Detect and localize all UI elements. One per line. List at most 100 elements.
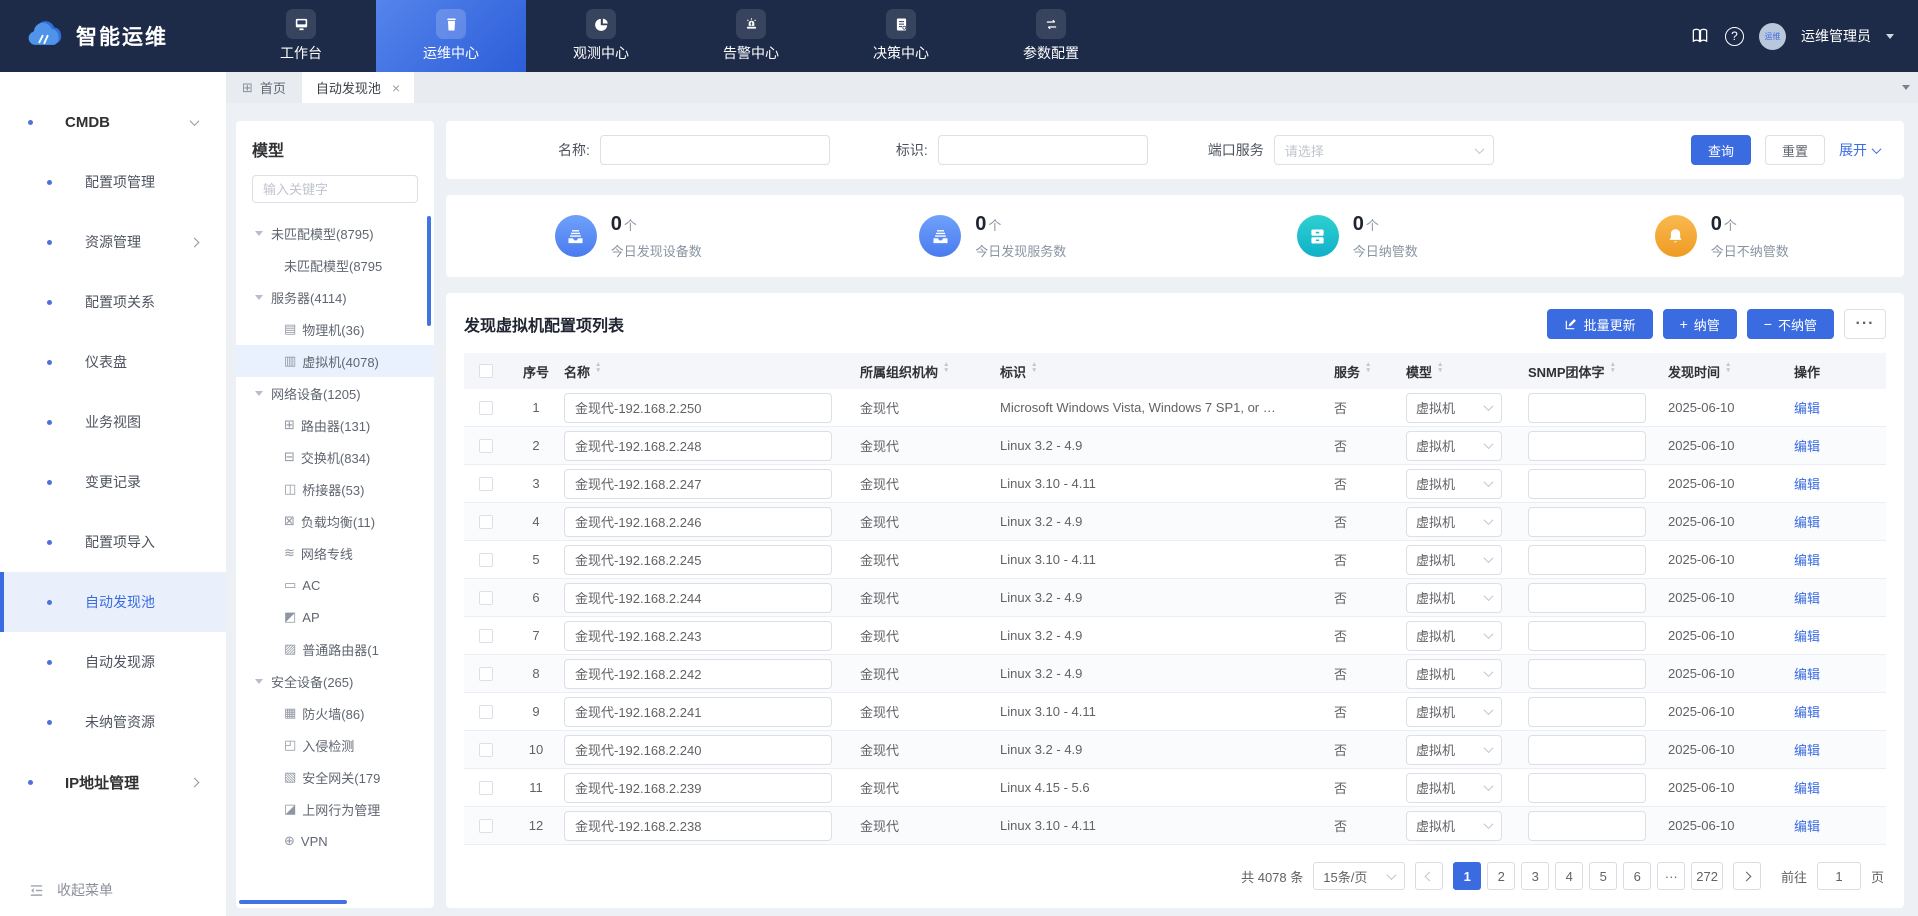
name-input[interactable] — [564, 697, 832, 727]
user-menu-chevron-down-icon[interactable] — [1886, 34, 1894, 39]
model-select[interactable]: 虚拟机 — [1406, 773, 1502, 803]
tree-node-网络设备(1205)[interactable]: 网络设备(1205) — [236, 377, 434, 409]
tree-node-交换机(834)[interactable]: ⊟交换机(834) — [236, 441, 434, 473]
nav-item-决策中心[interactable]: 决策中心 — [826, 0, 976, 72]
tab-自动发现池[interactable]: 自动发现池× — [302, 72, 414, 103]
tree-vertical-scrollbar[interactable] — [427, 216, 431, 326]
snmp-community-input[interactable] — [1528, 811, 1646, 841]
tree-node-入侵检测[interactable]: ◰入侵检测 — [236, 729, 434, 761]
search-button[interactable]: 查询 — [1691, 135, 1751, 165]
row-checkbox[interactable] — [479, 591, 493, 605]
snmp-community-input[interactable] — [1528, 507, 1646, 537]
model-select[interactable]: 虚拟机 — [1406, 697, 1502, 727]
tree-node-AP[interactable]: ◩AP — [236, 601, 434, 633]
snmp-community-input[interactable] — [1528, 545, 1646, 575]
row-checkbox[interactable] — [479, 515, 493, 529]
column-header-服务[interactable]: 服务▲▼ — [1334, 362, 1406, 381]
model-select[interactable]: 虚拟机 — [1406, 393, 1502, 423]
tree-node-负载均衡(11)[interactable]: ⊠负载均衡(11) — [236, 505, 434, 537]
nav-item-告警中心[interactable]: 告警中心 — [676, 0, 826, 72]
column-header-模型[interactable]: 模型▲▼ — [1406, 362, 1528, 381]
snmp-community-input[interactable] — [1528, 621, 1646, 651]
tree-node-安全设备(265)[interactable]: 安全设备(265) — [236, 665, 434, 697]
close-icon[interactable]: × — [392, 80, 400, 96]
goto-page-input[interactable] — [1817, 862, 1861, 890]
model-select[interactable]: 虚拟机 — [1406, 659, 1502, 689]
snmp-community-input[interactable] — [1528, 735, 1646, 765]
unmanage-button[interactable]: − 不纳管 — [1747, 309, 1834, 339]
edit-link[interactable]: 编辑 — [1794, 588, 1820, 607]
sort-icon[interactable]: ▲▼ — [595, 365, 601, 377]
name-input[interactable] — [564, 735, 832, 765]
select-all-checkbox[interactable] — [479, 364, 493, 378]
tree-node-虚拟机(4078)[interactable]: ▥虚拟机(4078) — [236, 345, 434, 377]
nav-item-参数配置[interactable]: 参数配置 — [976, 0, 1126, 72]
tree-horizontal-scrollbar[interactable] — [239, 900, 347, 904]
caret-down-icon[interactable] — [255, 295, 263, 300]
sidebar-item-CMDB[interactable]: CMDB — [0, 92, 226, 152]
model-select[interactable]: 虚拟机 — [1406, 583, 1502, 613]
nav-item-工作台[interactable]: 工作台 — [226, 0, 376, 72]
model-select[interactable]: 虚拟机 — [1406, 735, 1502, 765]
collapse-menu-button[interactable]: 收起菜单 — [28, 880, 113, 900]
more-actions-button[interactable]: ··· — [1844, 309, 1886, 339]
sidebar-item-配置项管理[interactable]: 配置项管理 — [0, 152, 226, 212]
column-header-SNMP团体字[interactable]: SNMP团体字▲▼ — [1528, 362, 1668, 381]
name-input[interactable] — [564, 469, 832, 499]
sort-icon[interactable]: ▲▼ — [1365, 365, 1371, 377]
sort-icon[interactable]: ▲▼ — [1610, 365, 1616, 377]
tree-node-VPN[interactable]: ⊕VPN — [236, 825, 434, 857]
column-header-发现时间[interactable]: 发现时间▲▼ — [1668, 362, 1794, 381]
caret-down-icon[interactable] — [255, 391, 263, 396]
column-header-所属组织机构[interactable]: 所属组织机构▲▼ — [860, 362, 1000, 381]
snmp-community-input[interactable] — [1528, 469, 1646, 499]
page-button-272[interactable]: 272 — [1691, 862, 1723, 890]
tree-node-服务器(4114)[interactable]: 服务器(4114) — [236, 281, 434, 313]
tree-node-上网行为管理[interactable]: ◪上网行为管理 — [236, 793, 434, 825]
snmp-community-input[interactable] — [1528, 773, 1646, 803]
snmp-community-input[interactable] — [1528, 393, 1646, 423]
tree-node-未匹配模型(8795)[interactable]: 未匹配模型(8795) — [236, 217, 434, 249]
model-select[interactable]: 虚拟机 — [1406, 811, 1502, 841]
user-name[interactable]: 运维管理员 — [1801, 26, 1871, 46]
name-input[interactable] — [564, 621, 832, 651]
tree-node-安全网关(179[interactable]: ▧安全网关(179 — [236, 761, 434, 793]
row-checkbox[interactable] — [479, 667, 493, 681]
name-input[interactable] — [564, 811, 832, 841]
sort-icon[interactable]: ▲▼ — [943, 365, 949, 377]
edit-link[interactable]: 编辑 — [1794, 512, 1820, 531]
nav-item-运维中心[interactable]: 运维中心 — [376, 0, 526, 72]
model-select[interactable]: 虚拟机 — [1406, 621, 1502, 651]
snmp-community-input[interactable] — [1528, 583, 1646, 613]
sidebar-item-自动发现源[interactable]: 自动发现源 — [0, 632, 226, 692]
sort-icon[interactable]: ▲▼ — [1725, 365, 1731, 377]
snmp-community-input[interactable] — [1528, 659, 1646, 689]
model-select[interactable]: 虚拟机 — [1406, 507, 1502, 537]
model-search-input[interactable] — [252, 175, 418, 203]
reset-button[interactable]: 重置 — [1765, 135, 1825, 165]
edit-link[interactable]: 编辑 — [1794, 550, 1820, 569]
page-button-5[interactable]: 5 — [1589, 862, 1617, 890]
tab-overflow-dropdown[interactable] — [1902, 72, 1910, 103]
tree-node-路由器(131)[interactable]: ⊞路由器(131) — [236, 409, 434, 441]
name-filter-input[interactable] — [600, 135, 830, 165]
tree-node-未匹配模型(8795[interactable]: 未匹配模型(8795 — [236, 249, 434, 281]
tree-node-桥接器(53)[interactable]: ◫桥接器(53) — [236, 473, 434, 505]
sidebar-item-资源管理[interactable]: 资源管理 — [0, 212, 226, 272]
sidebar-item-仪表盘[interactable]: 仪表盘 — [0, 332, 226, 392]
name-input[interactable] — [564, 393, 832, 423]
tree-node-防火墙(86)[interactable]: ▦防火墙(86) — [236, 697, 434, 729]
sidebar-item-配置项导入[interactable]: 配置项导入 — [0, 512, 226, 572]
avatar[interactable]: 运维 — [1759, 23, 1786, 50]
row-checkbox[interactable] — [479, 553, 493, 567]
row-checkbox[interactable] — [479, 477, 493, 491]
edit-link[interactable]: 编辑 — [1794, 664, 1820, 683]
tree-node-物理机(36)[interactable]: ▤物理机(36) — [236, 313, 434, 345]
edit-link[interactable]: 编辑 — [1794, 398, 1820, 417]
sidebar-item-配置项关系[interactable]: 配置项关系 — [0, 272, 226, 332]
prev-page-button[interactable] — [1415, 862, 1443, 890]
page-button-3[interactable]: 3 — [1521, 862, 1549, 890]
edit-link[interactable]: 编辑 — [1794, 626, 1820, 645]
expand-filters-link[interactable]: 展开 — [1839, 140, 1880, 160]
row-checkbox[interactable] — [479, 629, 493, 643]
